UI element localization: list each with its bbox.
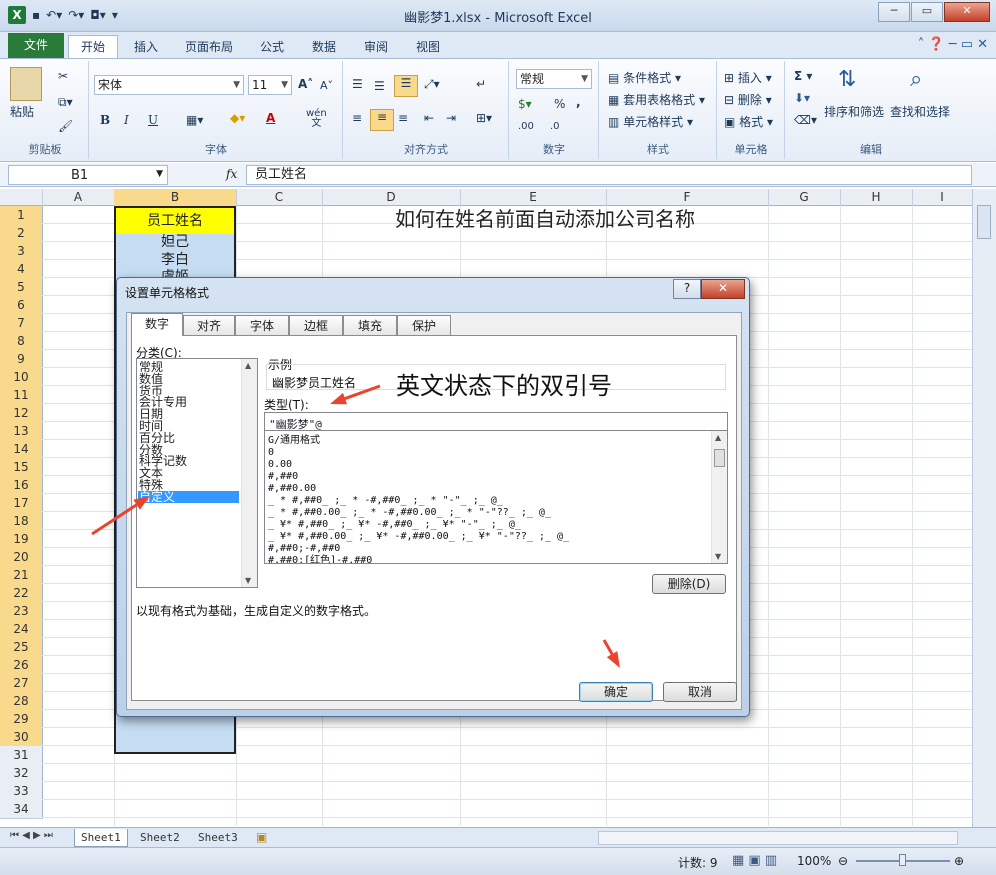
annotation-arrow-head [133,496,150,510]
annotation-arrow-head [606,651,620,668]
dialog-tab-number[interactable]: 数字 [131,313,183,336]
annotation-arrows [91,384,620,668]
red-arrows [91,384,620,668]
annotation-arrow-shaft [602,639,614,655]
annotation-arrow-head [330,392,348,405]
annotation-arrow-shaft [344,384,381,400]
annotation-arrow-shaft [91,503,138,536]
